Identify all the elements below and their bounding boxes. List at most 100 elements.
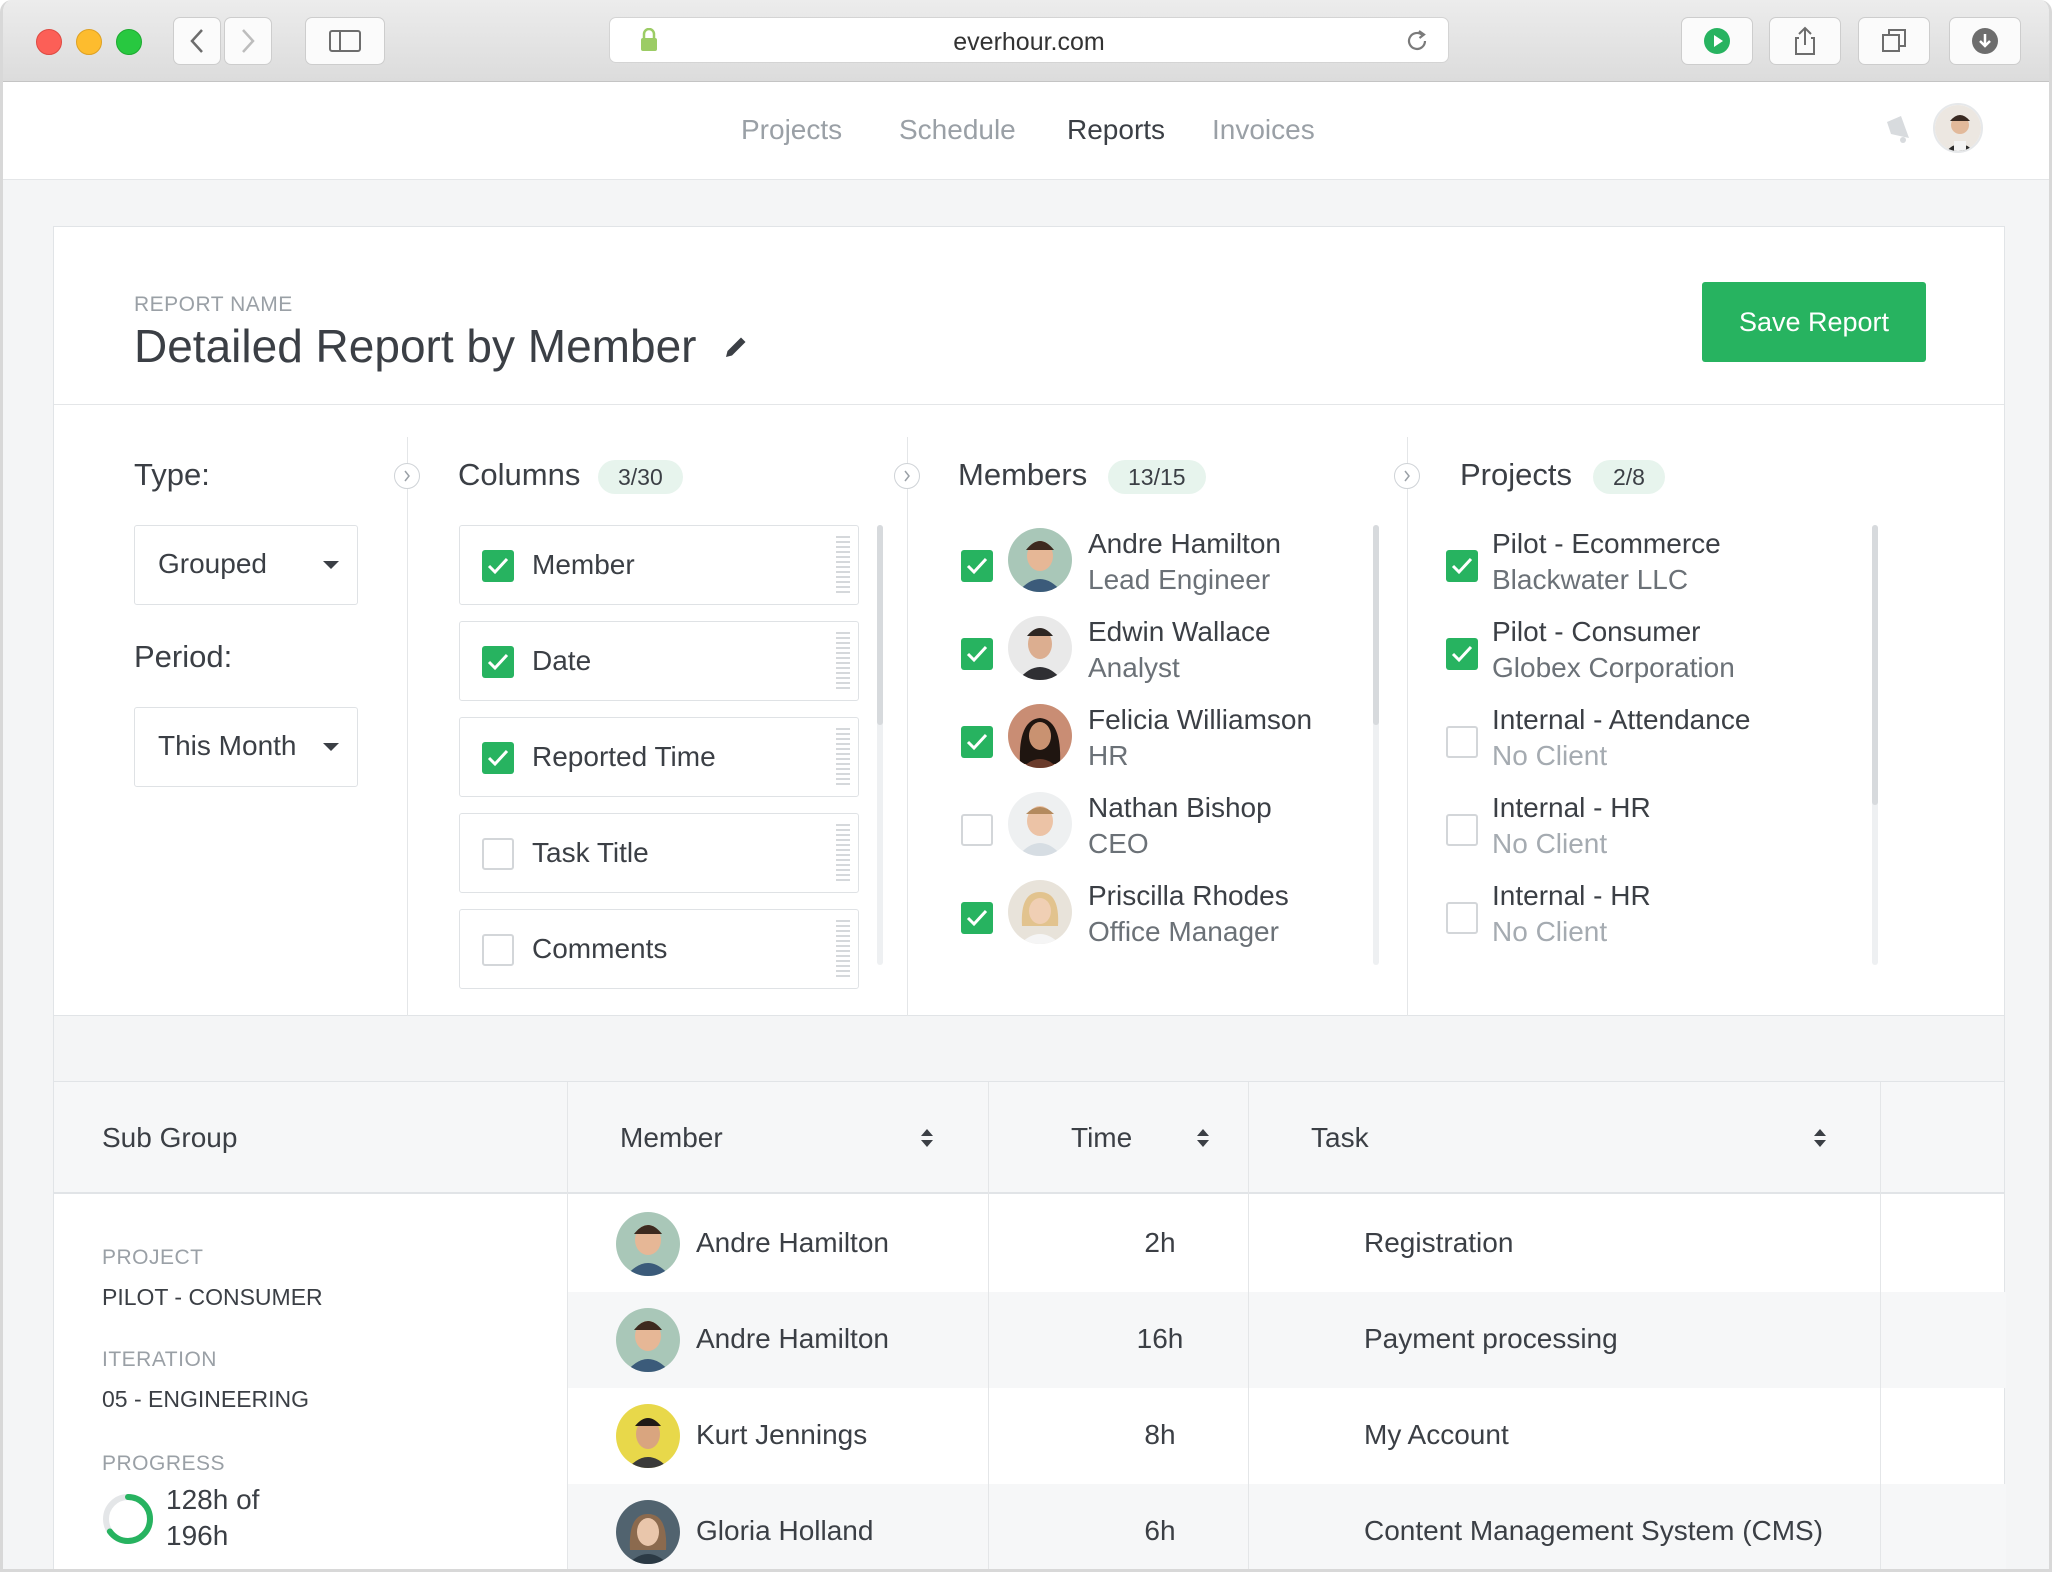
table-header: Sub Group Member Time Task (54, 1082, 2004, 1194)
column-item-task-title[interactable]: Task Title (459, 813, 859, 893)
downloads-button[interactable] (1949, 17, 2021, 65)
checkbox-checked[interactable] (961, 638, 993, 670)
notification-icon[interactable] (1881, 112, 1915, 146)
project-name: Pilot - Consumer (1492, 616, 1701, 647)
close-window-button[interactable] (36, 29, 62, 55)
period-select[interactable]: This Month (134, 707, 358, 787)
member-role: Office Manager (1088, 916, 1279, 947)
app-navigation: Projects Schedule Reports Invoices (3, 82, 2049, 180)
column-item-date[interactable]: Date (459, 621, 859, 701)
checkbox-checked[interactable] (961, 550, 993, 582)
reload-icon[interactable] (1404, 28, 1430, 54)
progress-label: PROGRESS (102, 1452, 226, 1475)
report-table: Sub Group Member Time Task Andre Hamilto… (53, 1016, 2006, 1569)
table-row[interactable]: Gloria Holland 6h Content Management Sys… (568, 1484, 2006, 1569)
header-time[interactable]: Time (1071, 1122, 1132, 1154)
members-scrollbar[interactable] (1373, 525, 1379, 965)
table-row[interactable]: Andre Hamilton 2h Registration (568, 1196, 2006, 1292)
check-icon (966, 909, 988, 927)
checkbox-unchecked[interactable] (1446, 814, 1478, 846)
table-row[interactable]: Kurt Jennings 8h My Account (568, 1388, 2006, 1484)
drag-handle-icon[interactable] (836, 632, 850, 690)
show-tabs-button[interactable] (1858, 17, 1930, 65)
project-name: Internal - HR (1492, 792, 1651, 823)
avatar (616, 1500, 680, 1564)
checkbox-checked[interactable] (482, 550, 514, 582)
download-icon (1972, 28, 1998, 54)
cell-time: 16h (1136, 1323, 1184, 1354)
nav-schedule[interactable]: Schedule (899, 114, 1016, 146)
sort-icon[interactable] (920, 1127, 934, 1149)
period-select-value: This Month (158, 730, 297, 761)
zoom-window-button[interactable] (116, 29, 142, 55)
nav-projects[interactable]: Projects (741, 114, 842, 146)
cell-task: Content Management System (CMS) (1364, 1515, 1824, 1546)
forward-button[interactable] (224, 17, 272, 65)
project-name: Internal - HR (1492, 880, 1651, 911)
cell-member: Andre Hamilton (696, 1227, 889, 1258)
address-bar[interactable]: everhour.com (609, 17, 1449, 63)
report-name-label: REPORT NAME (134, 293, 293, 316)
drag-handle-icon[interactable] (836, 728, 850, 786)
project-name: Pilot - Ecommerce (1492, 528, 1721, 559)
sidebar-toggle-button[interactable] (305, 17, 385, 65)
checkbox-checked[interactable] (961, 902, 993, 934)
checkbox-unchecked[interactable] (482, 838, 514, 870)
divider (407, 437, 408, 1017)
checkbox-unchecked[interactable] (1446, 726, 1478, 758)
project-client: Blackwater LLC (1492, 564, 1689, 595)
report-title[interactable]: Detailed Report by Member (134, 319, 749, 373)
column-item-comments[interactable]: Comments (459, 909, 859, 989)
save-report-button[interactable]: Save Report (1702, 282, 1926, 362)
share-button[interactable] (1769, 17, 1841, 65)
header-member[interactable]: Member (620, 1122, 723, 1154)
chevron-right-icon (242, 29, 255, 53)
collapse-toggle[interactable] (1394, 463, 1420, 489)
member-name: Felicia Williamson (1088, 704, 1313, 735)
column-label: Member (532, 549, 635, 580)
collapse-toggle[interactable] (394, 463, 420, 489)
projects-count-badge: 2/8 (1593, 460, 1665, 494)
cell-member: Gloria Holland (696, 1515, 874, 1546)
drag-handle-icon[interactable] (836, 536, 850, 594)
minimize-window-button[interactable] (76, 29, 102, 55)
checkbox-unchecked[interactable] (961, 814, 993, 846)
sort-icon[interactable] (1813, 1127, 1827, 1149)
project-client: Globex Corporation (1492, 652, 1735, 683)
checkbox-checked[interactable] (482, 646, 514, 678)
header-task[interactable]: Task (1311, 1122, 1369, 1154)
pencil-icon[interactable] (723, 334, 749, 360)
check-icon (487, 557, 509, 575)
chevron-right-icon (1404, 470, 1410, 482)
report-settings-card: REPORT NAME Detailed Report by Member Sa… (53, 226, 2005, 1017)
drag-handle-icon[interactable] (836, 920, 850, 978)
chevron-right-icon (904, 470, 910, 482)
column-item-member[interactable]: Member (459, 525, 859, 605)
checkbox-checked[interactable] (482, 742, 514, 774)
nav-invoices[interactable]: Invoices (1212, 114, 1315, 146)
drag-handle-icon[interactable] (836, 824, 850, 882)
projects-scrollbar[interactable] (1872, 525, 1878, 965)
back-button[interactable] (173, 17, 221, 65)
checkbox-unchecked[interactable] (1446, 902, 1478, 934)
type-select[interactable]: Grouped (134, 525, 358, 605)
column-label: Task Title (532, 837, 649, 868)
progress-ring (103, 1494, 153, 1544)
checkbox-checked[interactable] (1446, 638, 1478, 670)
sort-icon[interactable] (1196, 1127, 1210, 1149)
member-name: Nathan Bishop (1088, 792, 1272, 823)
column-item-reported-time[interactable]: Reported Time (459, 717, 859, 797)
checkbox-checked[interactable] (961, 726, 993, 758)
columns-scrollbar[interactable] (877, 525, 883, 965)
checkbox-checked[interactable] (1446, 550, 1478, 582)
member-name: Edwin Wallace (1088, 616, 1271, 647)
collapse-toggle[interactable] (894, 463, 920, 489)
nav-reports[interactable]: Reports (1067, 114, 1165, 146)
sidebar-icon (329, 30, 361, 52)
checkbox-unchecked[interactable] (482, 934, 514, 966)
everhour-extension-button[interactable] (1681, 17, 1753, 65)
header-sub-group: Sub Group (102, 1122, 238, 1153)
table-row[interactable]: Andre Hamilton 16h Payment processing (568, 1292, 2006, 1388)
user-avatar[interactable] (1933, 103, 1983, 153)
chevron-left-icon (190, 29, 203, 53)
